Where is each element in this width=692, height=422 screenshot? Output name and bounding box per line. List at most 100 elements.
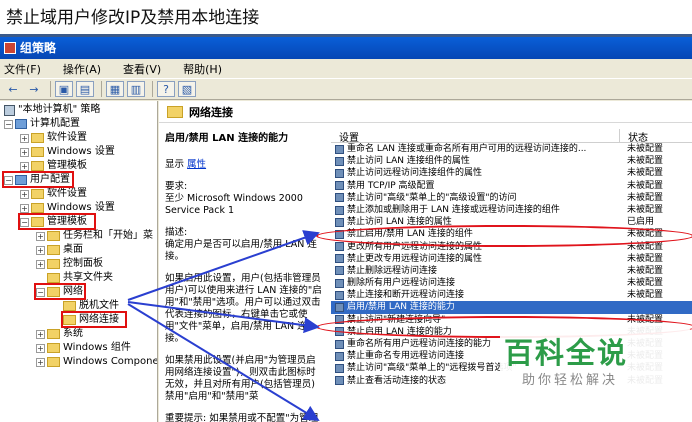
tree-node-local-policy[interactable]: "本地计算机" 策略 — [4, 103, 100, 117]
computer-icon — [15, 119, 27, 129]
view-icon[interactable]: ▧ — [178, 81, 196, 97]
up-folder-icon[interactable]: ▣ — [55, 81, 73, 97]
tree-node-label: 系统 — [63, 328, 83, 339]
menu-action[interactable]: 操作(A) — [63, 61, 101, 77]
setting-name-cell: 禁止访问"高级"菜单上的"高级设置"的访问 — [331, 192, 619, 204]
setting-row[interactable]: 禁止访问远程访问连接组件的属性 未被配置 — [331, 167, 692, 179]
setting-state: 未被配置 — [627, 265, 664, 276]
setting-name: 重命名 LAN 连接或重命名所有用户可用的远程访问连接的... — [347, 144, 587, 154]
tree-node-windows-components[interactable]: + Windows Components — [36, 355, 158, 369]
highlight-network — [34, 283, 86, 300]
setting-state: 未被配置 — [627, 204, 664, 215]
forward-arrow-icon[interactable]: → — [25, 81, 43, 97]
tree-node-windows-settings[interactable]: + Windows 设置 — [20, 145, 115, 159]
expand-icon[interactable]: + — [20, 161, 29, 171]
setting-name-cell: 禁用 TCP/IP 高级配置 — [331, 180, 619, 192]
pane-header: 网络连接 — [159, 101, 692, 123]
window-titlebar[interactable]: 组策略 — [0, 37, 692, 59]
tree-node-windows-components-cn[interactable]: + Windows 组件 — [36, 341, 131, 355]
expand-icon[interactable]: + — [36, 329, 45, 339]
setting-row[interactable]: 禁止删除远程访问连接 未被配置 — [331, 265, 692, 277]
description-label: 描述: — [165, 227, 188, 238]
setting-row[interactable]: 禁用 TCP/IP 高级配置 未被配置 — [331, 180, 692, 192]
highlight-prohibit-lan-properties — [316, 225, 692, 247]
folder-icon — [47, 231, 60, 241]
menu-bar: 文件(F) 操作(A) 查看(V) 帮助(H) — [0, 59, 692, 78]
column-setting[interactable]: 设置 — [331, 129, 619, 144]
menu-view[interactable]: 查看(V) — [123, 61, 161, 77]
setting-name-cell: 禁止连接和断开远程访问连接 — [331, 289, 619, 301]
tree-node-label: Windows 设置 — [47, 146, 115, 157]
folder-icon — [47, 273, 60, 283]
folder-icon — [47, 245, 60, 255]
show-properties: 显示 属性 — [165, 159, 323, 171]
policy-tree: "本地计算机" 策略 − 计算机配置 + 软件设置 + Windows 设置 + 管理模… — [0, 101, 158, 422]
back-arrow-icon[interactable]: ← — [4, 81, 22, 97]
setting-row[interactable]: 禁止访问 LAN 连接组件的属性 未被配置 — [331, 155, 692, 167]
help-icon[interactable]: ? — [157, 81, 175, 97]
expand-icon[interactable]: + — [36, 259, 45, 269]
description-text: 确定用户是否可以启用/禁用 LAN 连接。 — [165, 239, 317, 262]
tree-node-label: 桌面 — [63, 244, 83, 255]
setting-name-cell: 删除所有用户远程访问连接 — [331, 277, 619, 289]
policy-setting-icon — [335, 144, 344, 154]
policy-setting-icon — [335, 254, 344, 264]
properties-icon[interactable]: ▦ — [106, 81, 124, 97]
setting-state: 未被配置 — [627, 278, 664, 289]
setting-row[interactable]: 启用/禁用 LAN 连接的能力 — [331, 301, 692, 314]
tree-node-user-software-settings[interactable]: + 软件设置 — [20, 187, 87, 201]
expand-icon[interactable]: + — [20, 147, 29, 157]
policy-setting-icon — [335, 278, 344, 288]
expand-icon[interactable]: + — [36, 245, 45, 255]
expand-icon[interactable]: + — [20, 189, 29, 199]
folder-icon — [167, 105, 183, 118]
tree-node-taskbar-start[interactable]: + 任务栏和「开始」菜 — [36, 229, 153, 243]
pane-header-title: 网络连接 — [189, 105, 233, 119]
setting-name-cell: 启用/禁用 LAN 连接的能力 — [331, 301, 619, 314]
tree-node-computer-config[interactable]: − 计算机配置 — [4, 117, 80, 131]
expand-icon[interactable]: + — [36, 343, 45, 353]
highlight-admin-templates — [18, 213, 96, 230]
setting-row[interactable]: 禁止访问"高级"菜单上的"高级设置"的访问 未被配置 — [331, 192, 692, 204]
policy-setting-icon — [335, 181, 344, 191]
setting-row[interactable]: 禁止添加或删除用于 LAN 连接或远程访问连接的组件 未被配置 — [331, 204, 692, 216]
setting-row[interactable]: 重命名 LAN 连接或重命名所有用户可用的远程访问连接的... 未被配置 — [331, 143, 692, 155]
folder-icon — [31, 133, 44, 143]
toolbar-separator — [50, 81, 51, 97]
expand-icon[interactable]: + — [20, 203, 29, 213]
setting-row[interactable]: 禁止连接和断开远程访问连接 未被配置 — [331, 289, 692, 301]
export-list-icon[interactable]: ▥ — [127, 81, 145, 97]
tree-node-desktop[interactable]: + 桌面 — [36, 243, 83, 257]
menu-help[interactable]: 帮助(H) — [183, 61, 222, 77]
expand-icon[interactable]: + — [36, 231, 45, 241]
setting-row[interactable]: 删除所有用户远程访问连接 未被配置 — [331, 277, 692, 289]
setting-state: 未被配置 — [627, 156, 664, 167]
setting-row[interactable]: 禁止更改专用远程访问连接的属性 未被配置 — [331, 253, 692, 265]
tree-node-label: Windows Components — [63, 356, 158, 367]
column-state[interactable]: 状态 — [619, 129, 692, 144]
watermark: 百科全说 助你轻松解决 — [500, 326, 690, 392]
tree-node-control-panel[interactable]: + 控制面板 — [36, 257, 103, 271]
collapse-icon[interactable]: − — [4, 119, 13, 129]
policy-setting-icon — [335, 193, 344, 203]
watermark-slogan: 助你轻松解决 — [522, 373, 619, 388]
setting-name: 禁止访问远程访问连接组件的属性 — [347, 168, 483, 179]
menu-file[interactable]: 文件(F) — [4, 61, 41, 77]
setting-name-cell: 禁止添加或删除用于 LAN 连接或远程访问连接的组件 — [331, 204, 619, 216]
setting-name-cell: 禁止删除远程访问连接 — [331, 265, 619, 277]
tree-node-software-settings[interactable]: + 软件设置 — [20, 131, 87, 145]
setting-name: 禁止更改专用远程访问连接的属性 — [347, 253, 483, 264]
properties-link[interactable]: 属性 — [187, 159, 206, 170]
policy-setting-icon — [335, 351, 344, 361]
setting-state — [619, 301, 692, 314]
folder-icon — [47, 343, 60, 353]
tree-node-system[interactable]: + 系统 — [36, 327, 83, 341]
policy-setting-icon — [335, 217, 344, 227]
show-tree-icon[interactable]: ▤ — [76, 81, 94, 97]
expand-icon[interactable]: + — [20, 133, 29, 143]
toolbar: ← → ▣ ▤ ▦ ▥ ? ▧ — [0, 78, 692, 100]
window-title: 组策略 — [20, 41, 57, 55]
expand-icon[interactable]: + — [36, 357, 45, 367]
policy-setting-icon — [335, 266, 344, 276]
setting-name: 禁止重命名专用远程访问连接 — [347, 351, 465, 362]
